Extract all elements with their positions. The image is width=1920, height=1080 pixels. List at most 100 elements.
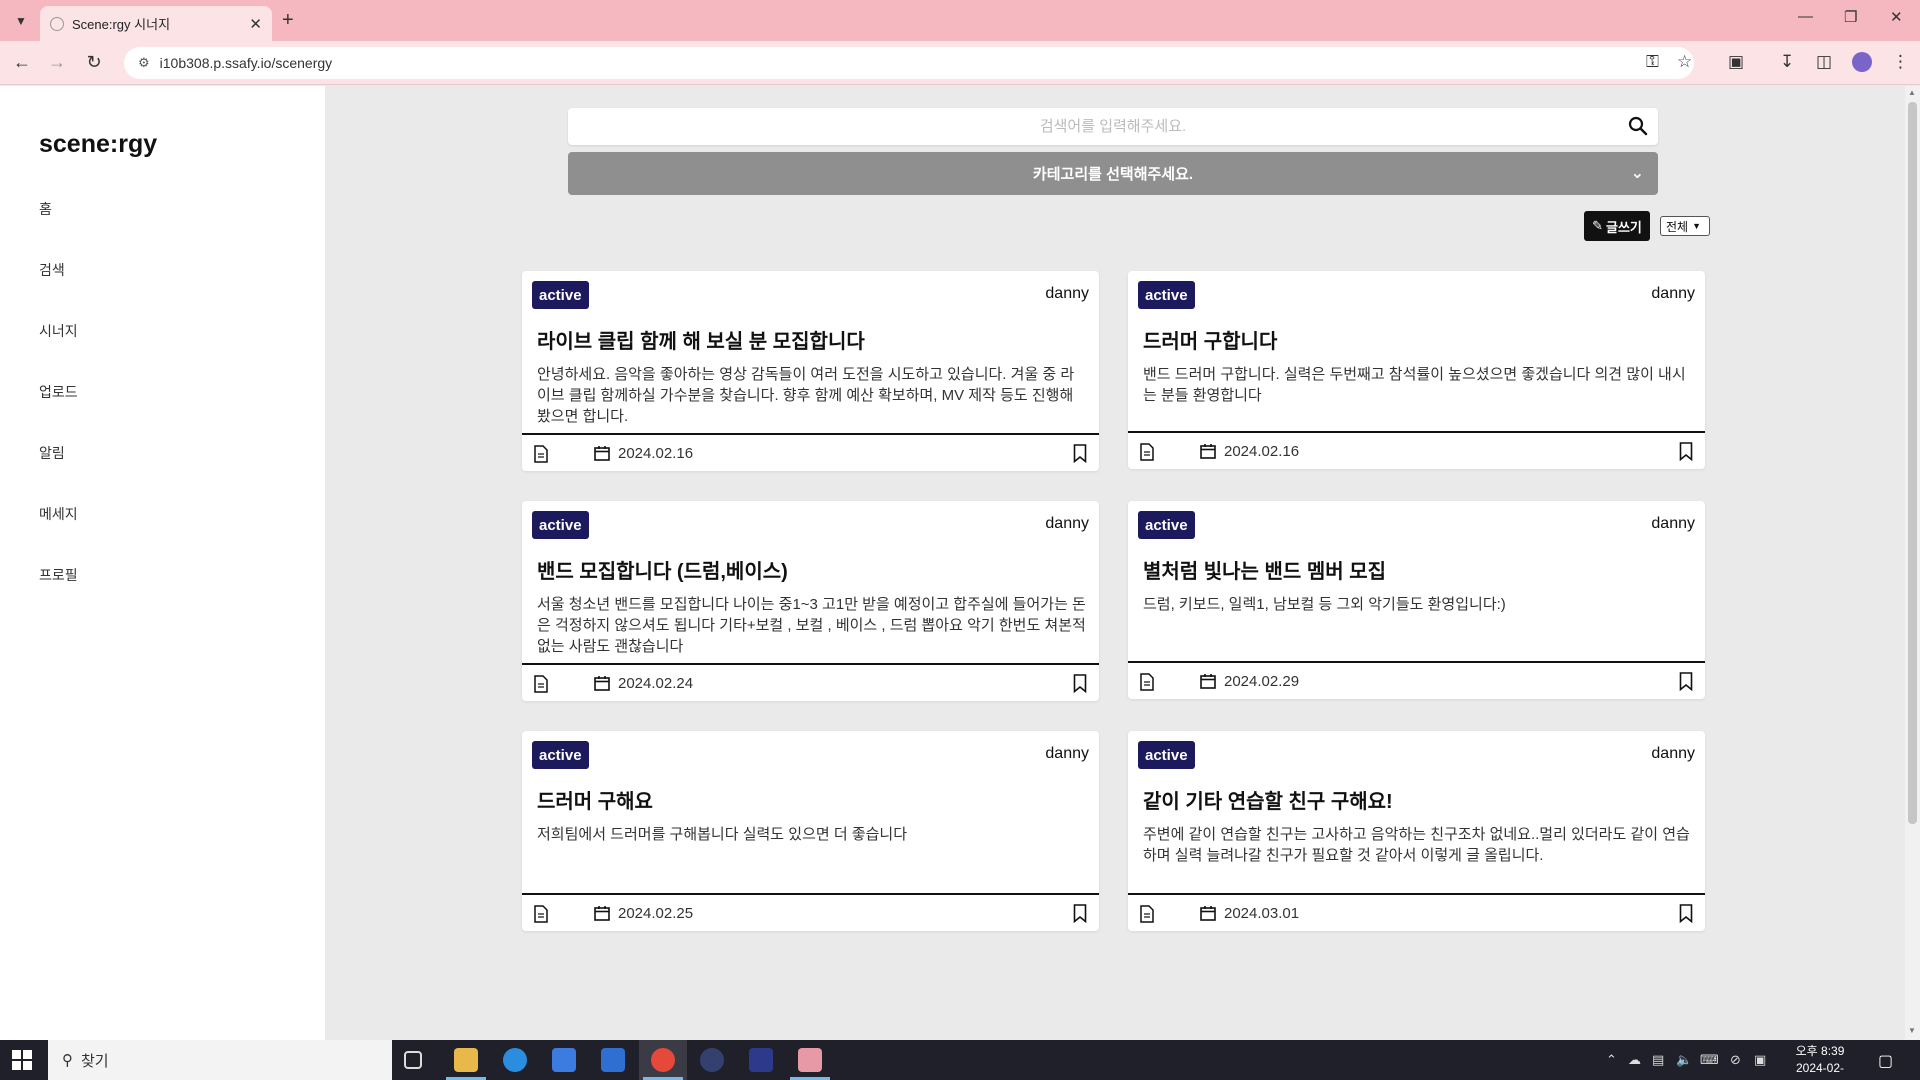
post-title[interactable]: 라이브 클립 함께 해 보실 분 모집합니다: [537, 325, 865, 354]
taskbar-search-label: 찾기: [81, 1052, 109, 1070]
write-post-button[interactable]: ✎ 글쓰기: [1584, 211, 1650, 241]
post-title[interactable]: 드러머 구합니다: [1143, 325, 1277, 354]
extensions-icon[interactable]: ▣: [1728, 52, 1744, 72]
card-footer: 2024.02.29: [1128, 661, 1705, 699]
post-card[interactable]: active danny 같이 기타 연습할 친구 구해요! 주변에 같이 연습…: [1128, 731, 1705, 931]
bookmark-icon[interactable]: [1679, 442, 1693, 461]
tray-chevron-up-icon[interactable]: ⌃: [1606, 1052, 1617, 1068]
task-view-icon[interactable]: [404, 1051, 422, 1069]
calendar-icon: [1200, 674, 1216, 689]
taskbar-search[interactable]: ⚲ 찾기: [48, 1040, 392, 1080]
status-badge: active: [1138, 281, 1195, 309]
document-icon[interactable]: [534, 905, 548, 923]
tab-search-chevron-icon[interactable]: ▼: [10, 10, 32, 32]
post-card[interactable]: active danny 드러머 구합니다 밴드 드러머 구합니다. 실력은 두…: [1128, 271, 1705, 469]
bookmark-icon[interactable]: [1073, 674, 1087, 693]
page-scrollbar[interactable]: ▲ ▼: [1905, 86, 1920, 1040]
side-panel-icon[interactable]: ◫: [1816, 52, 1832, 72]
card-footer: 2024.02.24: [522, 663, 1099, 701]
file-explorer-icon[interactable]: [454, 1048, 478, 1072]
write-post-label: 글쓰기: [1606, 219, 1642, 235]
snipping-tool-icon[interactable]: [798, 1048, 822, 1072]
mail-icon[interactable]: [601, 1048, 625, 1072]
volume-icon[interactable]: 🔈: [1676, 1052, 1692, 1068]
post-card[interactable]: active danny 밴드 모집합니다 (드럼,베이스) 서울 청소년 밴드…: [522, 501, 1099, 701]
search-icon[interactable]: [1628, 116, 1648, 136]
minimize-icon[interactable]: —: [1798, 8, 1813, 25]
post-title[interactable]: 드러머 구해요: [537, 785, 653, 814]
post-card[interactable]: active danny 별처럼 빛나는 밴드 멤버 모집 드럼, 키보드, 일…: [1128, 501, 1705, 699]
status-badge: active: [532, 281, 589, 309]
category-dropdown[interactable]: 카테고리를 선택해주세요. ⌄: [568, 152, 1658, 195]
post-card[interactable]: active danny 드러머 구해요 저희팀에서 드러머를 구해봅니다 실력…: [522, 731, 1099, 931]
author-name[interactable]: danny: [1651, 285, 1695, 303]
calendar-icon: [1200, 906, 1216, 921]
restore-icon[interactable]: ❐: [1844, 8, 1857, 26]
post-title[interactable]: 밴드 모집합니다 (드럼,베이스): [537, 555, 788, 584]
menu-icon[interactable]: ⋮: [1892, 52, 1909, 72]
post-card[interactable]: active danny 라이브 클립 함께 해 보실 분 모집합니다 안녕하세…: [522, 271, 1099, 471]
document-icon[interactable]: [534, 675, 548, 693]
status-filter-select[interactable]: 전체 ▼: [1660, 216, 1710, 236]
webstorm-icon[interactable]: [749, 1048, 773, 1072]
notification-center-icon[interactable]: ▢: [1878, 1051, 1893, 1071]
search-input[interactable]: [568, 108, 1658, 145]
network-icon[interactable]: ▤: [1652, 1052, 1664, 1068]
post-title[interactable]: 별처럼 빛나는 밴드 멤버 모집: [1143, 555, 1386, 584]
key-icon[interactable]: ⚿: [1646, 52, 1659, 72]
bookmark-icon[interactable]: [1073, 444, 1087, 463]
onedrive-icon[interactable]: ☁: [1628, 1052, 1641, 1068]
bookmark-icon[interactable]: [1073, 904, 1087, 923]
document-icon[interactable]: [534, 445, 548, 463]
app-clock-icon[interactable]: [700, 1048, 724, 1072]
document-icon[interactable]: [1140, 905, 1154, 923]
scroll-down-icon[interactable]: ▼: [1908, 1026, 1916, 1035]
star-icon[interactable]: ☆: [1677, 52, 1692, 72]
author-name[interactable]: danny: [1045, 515, 1089, 533]
sidebar-item-notifications[interactable]: 알림: [39, 443, 65, 463]
bookmark-icon[interactable]: [1679, 904, 1693, 923]
close-window-icon[interactable]: ✕: [1890, 8, 1903, 26]
card-footer: 2024.02.16: [522, 433, 1099, 471]
sidebar-item-home[interactable]: 홈: [39, 199, 52, 219]
profile-avatar[interactable]: [1852, 52, 1872, 72]
post-body: 안녕하세요. 음악을 좋아하는 영상 감독들이 여러 도전을 시도하고 있습니다…: [537, 366, 1075, 425]
sidebar-item-profile[interactable]: 프로필: [39, 565, 78, 585]
bookmark-icon[interactable]: [1679, 672, 1693, 691]
browser-tab-active[interactable]: Scene:rgy 시너지 ✕: [40, 6, 272, 41]
sidebar-item-upload[interactable]: 업로드: [39, 382, 78, 402]
author-name[interactable]: danny: [1045, 285, 1089, 303]
mute-icon[interactable]: ⊘: [1730, 1052, 1741, 1068]
close-tab-icon[interactable]: ✕: [249, 15, 262, 33]
site-info-icon[interactable]: ⚙: [138, 55, 150, 71]
post-body: 밴드 드러머 구합니다. 실력은 두번째고 참석률이 높으셨으면 좋겠습니다 의…: [1143, 366, 1686, 404]
sidebar-item-synergy[interactable]: 시너지: [39, 321, 78, 341]
calendar-icon: [594, 676, 610, 691]
app-logo[interactable]: scene:rgy: [39, 130, 157, 159]
author-name[interactable]: danny: [1651, 515, 1695, 533]
sidebar-item-search[interactable]: 검색: [39, 260, 65, 280]
download-icon[interactable]: ↧: [1780, 52, 1794, 72]
new-tab-icon[interactable]: +: [282, 9, 294, 32]
chrome-icon[interactable]: [651, 1048, 675, 1072]
search-box: [568, 108, 1658, 145]
reload-icon[interactable]: ↻: [83, 52, 105, 73]
windows-start-icon[interactable]: [12, 1050, 32, 1070]
document-icon[interactable]: [1140, 673, 1154, 691]
ime-icon[interactable]: ▣: [1754, 1052, 1766, 1068]
edge-icon[interactable]: [503, 1048, 527, 1072]
sidebar-item-messages[interactable]: 메세지: [39, 504, 78, 524]
forward-icon[interactable]: →: [46, 52, 68, 73]
document-icon[interactable]: [1140, 443, 1154, 461]
scroll-up-icon[interactable]: ▲: [1908, 88, 1916, 97]
author-name[interactable]: danny: [1651, 745, 1695, 763]
address-bar[interactable]: ⚙ i10b308.p.ssafy.io/scenergy: [124, 47, 1694, 79]
taskbar-clock[interactable]: 오후 8:39 2024-02-25: [1790, 1043, 1850, 1080]
post-title[interactable]: 같이 기타 연습할 친구 구해요!: [1143, 785, 1393, 814]
back-icon[interactable]: ←: [11, 52, 33, 73]
keyboard-icon[interactable]: ⌨: [1700, 1052, 1719, 1068]
scroll-thumb[interactable]: [1908, 102, 1917, 824]
calendar-icon: [594, 906, 610, 921]
author-name[interactable]: danny: [1045, 745, 1089, 763]
store-icon[interactable]: [552, 1048, 576, 1072]
